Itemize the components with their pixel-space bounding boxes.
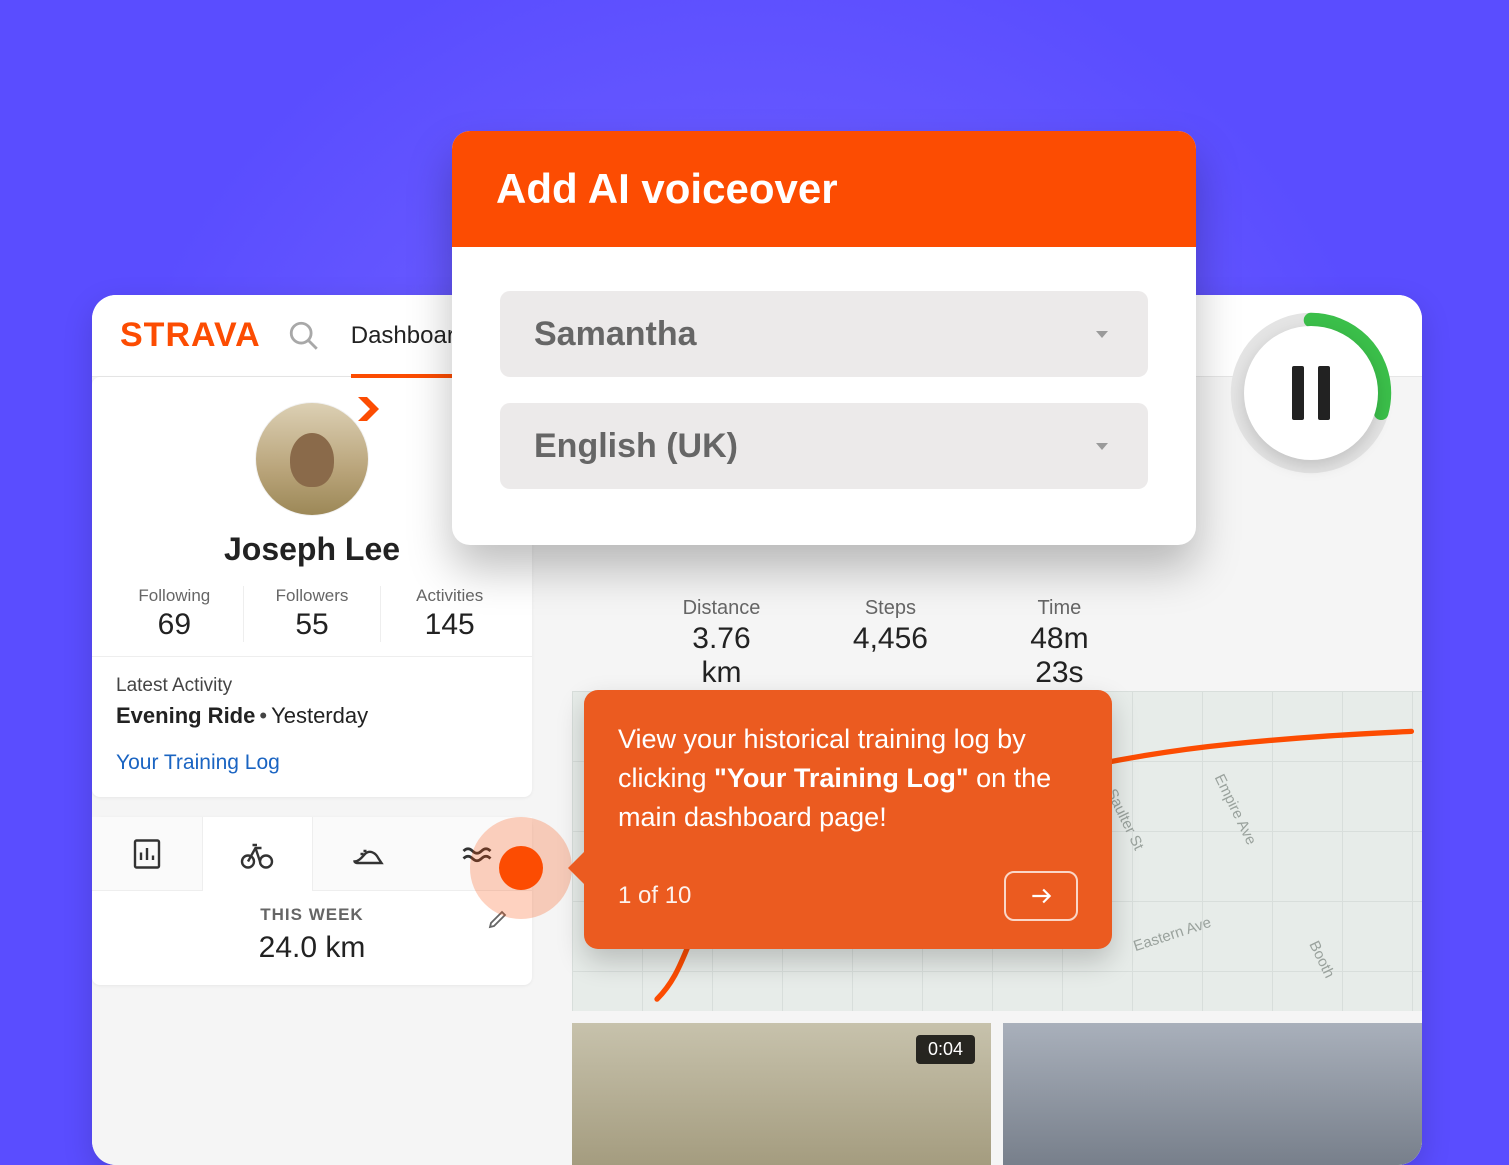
media-thumbnail[interactable]: 0:04 (572, 1023, 991, 1165)
stat-time-value: 48m 23s (1010, 622, 1109, 690)
premium-badge-icon (352, 391, 388, 427)
activity-type-tabs (92, 817, 532, 891)
stat-followers-value: 55 (244, 608, 381, 642)
stat-steps-label: Steps (841, 597, 940, 620)
playback-progress (1230, 312, 1392, 474)
media-duration: 0:04 (916, 1035, 975, 1064)
stat-steps: Steps 4,456 (841, 597, 940, 690)
tab-stats-icon[interactable] (92, 817, 202, 891)
tour-hotspot[interactable] (470, 817, 572, 919)
tour-next-button[interactable] (1004, 871, 1078, 921)
voiceover-modal: Add AI voiceover Samantha English (UK) (452, 131, 1196, 545)
media-thumbnail[interactable] (1003, 1023, 1422, 1165)
tour-step-indicator: 1 of 10 (618, 882, 691, 910)
latest-activity-time: Yesterday (271, 703, 368, 728)
voiceover-title: Add AI voiceover (496, 165, 1152, 213)
media-row: 0:04 (572, 1023, 1422, 1165)
latest-activity-name: Evening Ride (116, 703, 255, 728)
language-select[interactable]: English (UK) (500, 403, 1148, 489)
pause-icon (1318, 366, 1330, 420)
this-week-label: THIS WEEK (116, 905, 508, 925)
weekly-card: THIS WEEK 24.0 km (92, 817, 532, 985)
stat-distance-label: Distance (672, 597, 771, 620)
stat-followers-label: Followers (244, 586, 381, 606)
pause-icon (1292, 366, 1304, 420)
stat-activities[interactable]: Activities 145 (380, 586, 518, 642)
search-icon[interactable] (287, 319, 321, 353)
activity-stats: Distance 3.76 km Steps 4,456 Time 48m 23… (672, 597, 1109, 690)
tour-tooltip: View your historical training log by cli… (584, 690, 1112, 949)
voice-select[interactable]: Samantha (500, 291, 1148, 377)
nav-dashboard[interactable]: Dashboard (351, 298, 468, 378)
stat-followers[interactable]: Followers 55 (243, 586, 381, 642)
language-select-value: English (UK) (534, 427, 738, 466)
chevron-down-icon (1090, 434, 1114, 458)
training-log-link[interactable]: Your Training Log (92, 729, 532, 785)
stat-distance-value: 3.76 km (672, 622, 771, 690)
tab-running-icon[interactable] (313, 817, 423, 891)
pause-button[interactable] (1244, 326, 1378, 460)
latest-activity-label: Latest Activity (116, 675, 508, 697)
stat-following-label: Following (106, 586, 243, 606)
stat-activities-value: 145 (381, 608, 518, 642)
tab-cycling-icon[interactable] (202, 817, 314, 891)
stat-following-value: 69 (106, 608, 243, 642)
stat-steps-value: 4,456 (841, 622, 940, 656)
this-week-value: 24.0 km (116, 931, 508, 965)
stat-distance: Distance 3.76 km (672, 597, 771, 690)
tour-tooltip-text: View your historical training log by cli… (618, 720, 1078, 837)
voice-select-value: Samantha (534, 315, 697, 354)
stat-following[interactable]: Following 69 (106, 586, 243, 642)
brand-logo[interactable]: STRAVA (120, 316, 261, 355)
latest-activity[interactable]: Evening Ride•Yesterday (116, 703, 508, 729)
stat-time: Time 48m 23s (1010, 597, 1109, 690)
stat-time-label: Time (1010, 597, 1109, 620)
voiceover-header: Add AI voiceover (452, 131, 1196, 247)
stat-activities-label: Activities (381, 586, 518, 606)
chevron-down-icon (1090, 322, 1114, 346)
